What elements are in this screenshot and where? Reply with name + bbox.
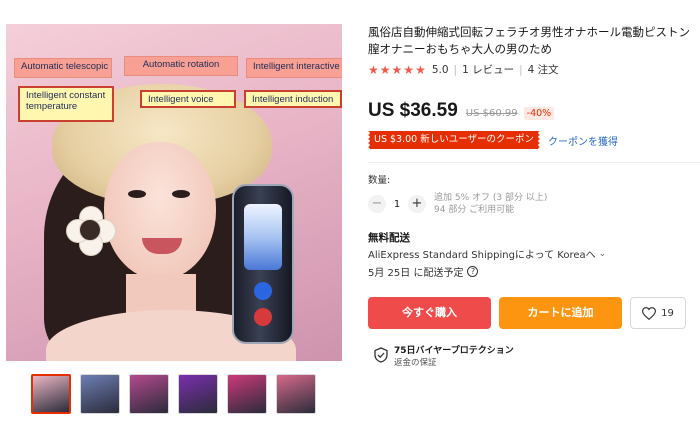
order-count: 4 注文 bbox=[527, 64, 559, 76]
feature-tag: Intelligent induction bbox=[244, 90, 342, 108]
purchase-actions: 今すぐ購入 カートに追加 19 bbox=[368, 297, 686, 329]
coupon-row: US $3.00 新しいユーザーのクーポン クーポンを獲得 bbox=[365, 131, 618, 149]
quantity-plus-button[interactable]: + bbox=[408, 195, 426, 213]
wishlist-button[interactable]: 19 bbox=[630, 297, 686, 329]
help-icon[interactable]: ? bbox=[467, 266, 479, 277]
feature-tag: Automatic rotation bbox=[124, 56, 238, 76]
current-price: US $36.59 bbox=[368, 100, 458, 121]
quantity-note: 追加 5% オフ (3 部分 以上) 94 部分 ご利用可能 bbox=[434, 192, 547, 216]
quantity-stepper: − 1 + 追加 5% オフ (3 部分 以上) 94 部分 ご利用可能 bbox=[368, 192, 547, 216]
thumbnail-6[interactable] bbox=[276, 374, 316, 414]
buy-now-button[interactable]: 今すぐ購入 bbox=[368, 297, 491, 329]
thumbnail-2[interactable] bbox=[80, 374, 120, 414]
bulk-discount-text: 追加 5% オフ (3 部分 以上) bbox=[434, 193, 548, 203]
shipping-method-selector[interactable]: AliExpress Standard Shippingによって Koreaへ … bbox=[368, 246, 607, 262]
product-device bbox=[232, 184, 294, 344]
add-to-cart-button[interactable]: カートに追加 bbox=[499, 297, 622, 329]
stock-available-text: 94 部分 ご利用可能 bbox=[434, 205, 515, 215]
thumbnail-3[interactable] bbox=[129, 374, 169, 414]
quantity-input[interactable]: 1 bbox=[386, 199, 408, 210]
discount-badge: -40% bbox=[523, 107, 555, 120]
protection-title: 75日バイヤープロテクション bbox=[394, 346, 514, 356]
shield-check-icon bbox=[374, 347, 388, 363]
wishlist-count: 19 bbox=[661, 307, 674, 319]
product-main-image[interactable]: Automatic telescopic Automatic rotation … bbox=[6, 24, 342, 361]
chevron-down-icon: ⌄ bbox=[598, 248, 607, 259]
feature-tag: Intelligent voice bbox=[140, 90, 236, 108]
product-title: 風俗店自動伸縮式回転フェラチオ男性オナホール電動ピストン膣オナニーおもちゃ大人の… bbox=[368, 25, 690, 56]
heart-icon bbox=[642, 306, 657, 320]
divider bbox=[368, 162, 700, 163]
original-price: US $60.99 bbox=[465, 108, 518, 119]
thumbnail-5[interactable] bbox=[227, 374, 267, 414]
buyer-protection[interactable]: 75日バイヤープロテクション 返金の保証 bbox=[374, 345, 514, 369]
star-rating-icon: ★ ★ ★ ★ ★ bbox=[368, 62, 426, 77]
get-coupon-link[interactable]: クーポンを獲得 bbox=[548, 133, 618, 148]
quantity-minus-button[interactable]: − bbox=[368, 195, 386, 213]
shipping-method-text: AliExpress Standard Shippingによって Koreaへ bbox=[368, 250, 596, 261]
thumbnail-1[interactable] bbox=[31, 374, 71, 414]
feature-tag: Automatic telescopic bbox=[14, 58, 112, 78]
feature-tag: Intelligent constant temperature bbox=[18, 86, 114, 122]
quantity-label: 数量: bbox=[368, 175, 391, 186]
rating-value: 5.0 bbox=[431, 63, 449, 76]
rating-row: ★ ★ ★ ★ ★ 5.0 | 1 レビュー | 4 注文 bbox=[368, 62, 559, 77]
thumbnail-strip bbox=[31, 374, 316, 414]
model-face bbox=[104, 142, 216, 280]
model-eye-right bbox=[172, 190, 190, 198]
free-shipping-title: 無料配送 bbox=[368, 232, 410, 244]
thumbnail-4[interactable] bbox=[178, 374, 218, 414]
flower-hairpiece bbox=[66, 206, 116, 256]
price-row: US $36.59 US $60.99 -40% bbox=[368, 100, 555, 122]
model-eye-left bbox=[128, 190, 146, 198]
delivery-estimate: 5月 25日 に配送予定 ? bbox=[368, 264, 479, 279]
new-user-coupon[interactable]: US $3.00 新しいユーザーのクーポン bbox=[365, 131, 543, 149]
delivery-date-text: 5月 25日 に配送予定 bbox=[368, 268, 464, 279]
feature-tag: Intelligent interactive bbox=[246, 58, 342, 78]
review-count-link[interactable]: 1 レビュー bbox=[462, 62, 514, 77]
protection-subtitle: 返金の保証 bbox=[394, 358, 437, 368]
